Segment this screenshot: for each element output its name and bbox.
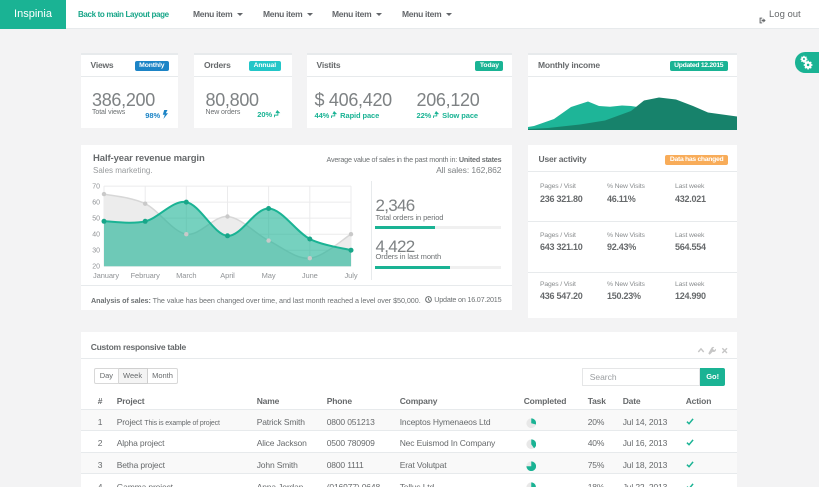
svg-text:January: January: [93, 271, 119, 280]
svg-text:30: 30: [92, 248, 100, 255]
svg-text:July: July: [345, 271, 358, 280]
svg-text:February: February: [131, 271, 161, 280]
svg-text:June: June: [302, 271, 318, 280]
svg-text:April: April: [220, 271, 235, 280]
svg-text:50: 50: [92, 216, 100, 223]
svg-text:March: March: [176, 271, 196, 280]
svg-text:40: 40: [92, 232, 100, 239]
svg-text:70: 70: [92, 184, 100, 191]
svg-text:60: 60: [92, 200, 100, 207]
svg-text:May: May: [262, 271, 276, 280]
svg-text:20: 20: [92, 264, 100, 271]
